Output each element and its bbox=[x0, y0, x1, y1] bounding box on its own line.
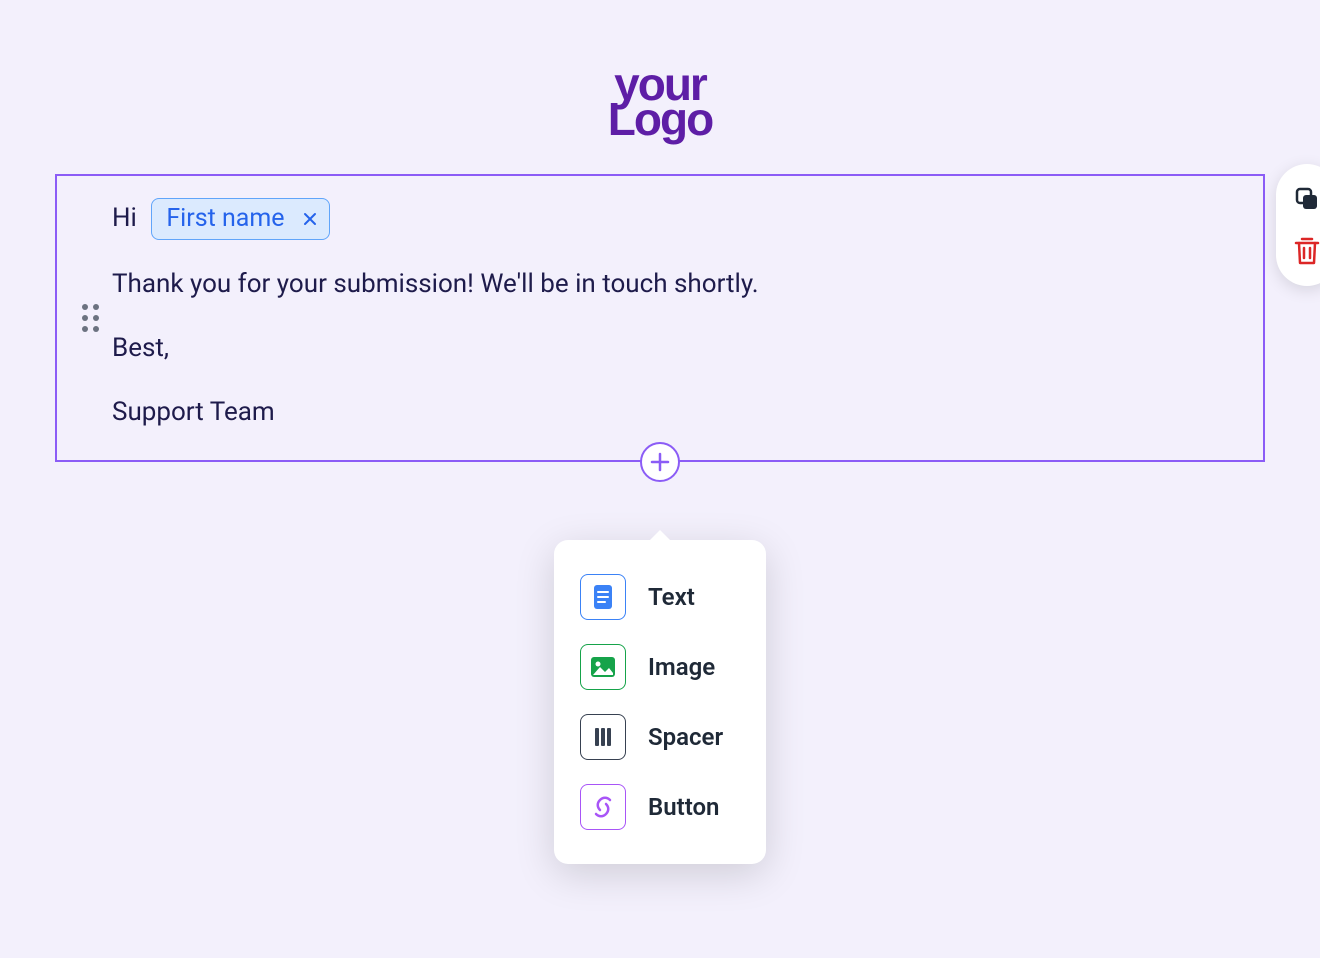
variable-chip-first-name[interactable]: First name bbox=[151, 198, 329, 240]
signature-line: Support Team bbox=[112, 394, 1208, 432]
add-block-menu: Text Image Spacer bbox=[554, 540, 766, 864]
copy-icon bbox=[1292, 184, 1320, 214]
menu-item-button[interactable]: Button bbox=[580, 772, 740, 842]
greeting-prefix: Hi bbox=[112, 203, 137, 233]
text-content[interactable]: Hi First name Thank you for your submiss… bbox=[112, 198, 1208, 431]
logo: your Logo bbox=[608, 65, 712, 139]
delete-button[interactable] bbox=[1290, 234, 1320, 268]
editor-wrapper: Hi First name Thank you for your submiss… bbox=[55, 174, 1265, 461]
image-icon bbox=[580, 644, 626, 690]
body-line: Thank you for your submission! We'll be … bbox=[112, 266, 1208, 304]
menu-item-text[interactable]: Text bbox=[580, 562, 740, 632]
plus-icon bbox=[649, 451, 671, 473]
menu-item-label: Button bbox=[648, 793, 719, 821]
menu-item-label: Spacer bbox=[648, 723, 723, 751]
text-block[interactable]: Hi First name Thank you for your submiss… bbox=[55, 174, 1265, 461]
close-icon[interactable] bbox=[303, 209, 317, 229]
spacer-icon bbox=[580, 714, 626, 760]
add-block-button[interactable] bbox=[640, 442, 680, 482]
drag-handle[interactable] bbox=[82, 304, 99, 332]
duplicate-button[interactable] bbox=[1290, 182, 1320, 216]
logo-line-2: Logo bbox=[608, 100, 712, 139]
menu-item-label: Image bbox=[648, 653, 715, 681]
signoff-line: Best, bbox=[112, 330, 1208, 368]
block-toolbar bbox=[1276, 164, 1320, 286]
menu-item-label: Text bbox=[648, 583, 695, 611]
variable-chip-label: First name bbox=[166, 201, 284, 237]
menu-item-spacer[interactable]: Spacer bbox=[580, 702, 740, 772]
button-icon bbox=[580, 784, 626, 830]
text-icon bbox=[580, 574, 626, 620]
logo-container: your Logo bbox=[0, 0, 1320, 174]
trash-icon bbox=[1292, 235, 1320, 267]
popup-arrow bbox=[648, 530, 672, 542]
menu-item-image[interactable]: Image bbox=[580, 632, 740, 702]
greeting-line: Hi First name bbox=[112, 198, 1208, 240]
